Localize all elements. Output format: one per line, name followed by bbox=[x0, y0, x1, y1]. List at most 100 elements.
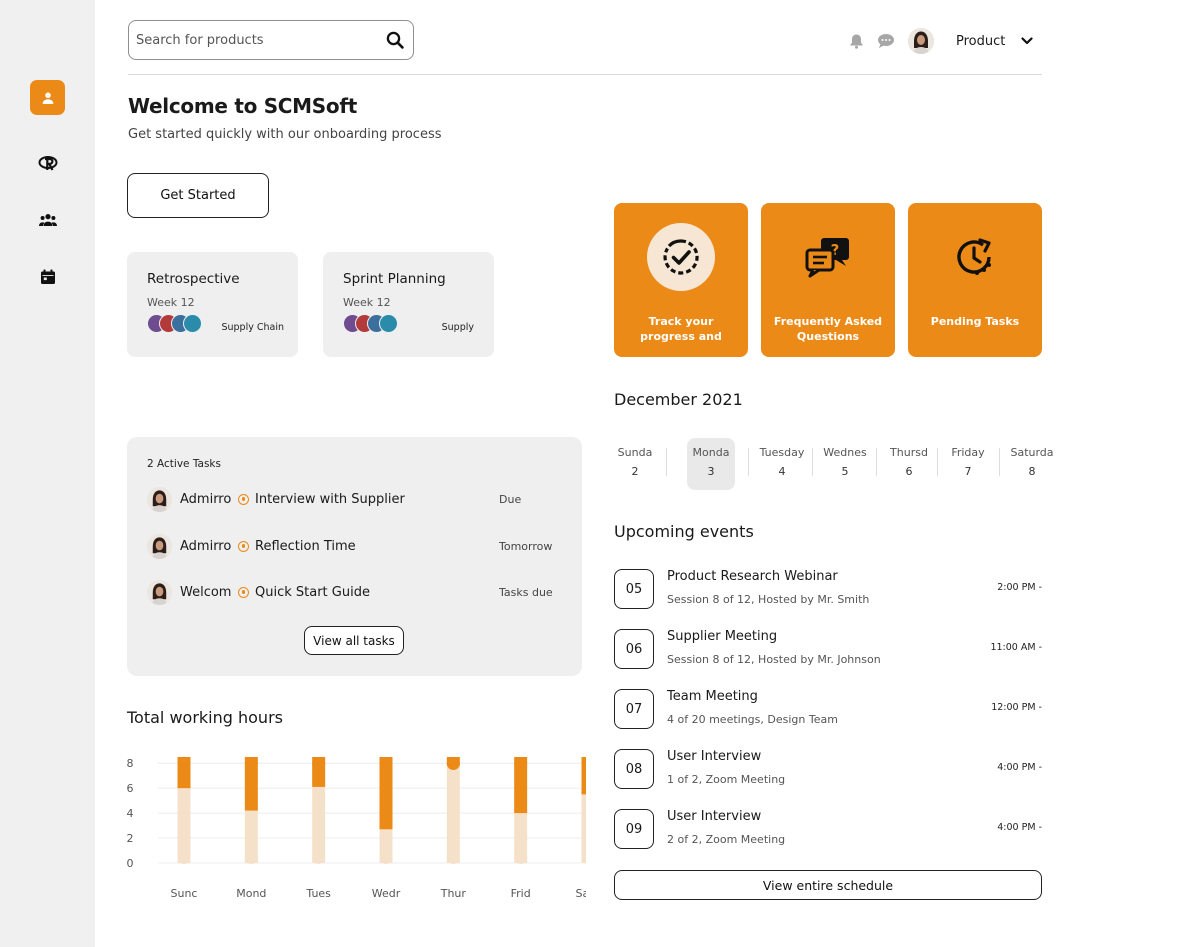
meeting-card-sprint-planning[interactable]: Sprint Planning Week 12 Supply bbox=[323, 252, 494, 357]
working-hours-chart: 0 2 4 6 8 Sunc Mond Tues Wedr Thur Frid Satu bbox=[127, 757, 586, 900]
event-time: 4:00 PM - bbox=[997, 762, 1042, 773]
radio-dot-icon bbox=[238, 586, 249, 598]
tile-faq[interactable]: ? Frequently Asked Questions bbox=[761, 203, 895, 357]
meeting-card-retrospective[interactable]: Retrospective Week 12 Supply Chain bbox=[127, 252, 298, 357]
event-date-badge: 07 bbox=[614, 689, 654, 729]
x-tick-label: Thur bbox=[440, 887, 467, 900]
avatar bbox=[147, 579, 172, 605]
tile-label: Track your progress and bbox=[640, 315, 722, 343]
event-item[interactable]: 08 User Interview 1 of 2, Zoom Meeting 4… bbox=[614, 749, 1042, 791]
task-assignee: Admirro bbox=[180, 491, 232, 507]
sidebar-item-brand[interactable] bbox=[30, 145, 65, 180]
search-icon[interactable] bbox=[386, 31, 404, 49]
meeting-title: Retrospective bbox=[147, 271, 240, 287]
avatar bbox=[147, 533, 172, 559]
avatar bbox=[147, 486, 172, 512]
day-name: Saturda bbox=[1010, 446, 1054, 459]
day-number: 8 bbox=[1028, 465, 1036, 478]
day-divider bbox=[999, 448, 1000, 476]
search-bar[interactable] bbox=[128, 20, 414, 60]
day-cell[interactable]: Wednes 5 bbox=[821, 438, 869, 490]
progress-check-icon bbox=[647, 223, 715, 291]
day-cell[interactable]: Sunda 2 bbox=[611, 438, 659, 490]
day-number: 5 bbox=[841, 465, 849, 478]
task-row[interactable]: Welcom Quick Start Guide Tasks due bbox=[147, 578, 567, 606]
event-description: 4 of 20 meetings, Design Team bbox=[667, 713, 838, 726]
tile-pending-tasks[interactable]: Pending Tasks bbox=[908, 203, 1042, 357]
meeting-tag: Supply Chain bbox=[221, 322, 284, 333]
x-tick-label: Frid bbox=[511, 887, 531, 900]
day-name: Sunda bbox=[617, 446, 653, 459]
bar-cap bbox=[177, 757, 191, 770]
sidebar-item-profile[interactable] bbox=[30, 80, 65, 115]
y-tick-label: 2 bbox=[127, 832, 134, 845]
day-name: Thursd bbox=[890, 446, 928, 459]
event-time: 4:00 PM - bbox=[997, 822, 1042, 833]
participant-avatars bbox=[147, 314, 202, 333]
event-name: Team Meeting bbox=[667, 689, 758, 704]
event-name: User Interview bbox=[667, 749, 762, 764]
user-icon bbox=[42, 92, 53, 104]
bell-icon[interactable] bbox=[846, 31, 866, 51]
upcoming-events-title: Upcoming events bbox=[614, 522, 754, 541]
bar-cap bbox=[514, 757, 528, 770]
tasks-title: 2 Active Tasks bbox=[147, 458, 221, 470]
day-cell[interactable]: Thursd 6 bbox=[885, 438, 933, 490]
radio-dot-icon bbox=[238, 540, 249, 552]
task-row[interactable]: Admirro Interview with Supplier Due bbox=[147, 485, 567, 513]
day-divider bbox=[812, 448, 813, 476]
bar-cap bbox=[514, 851, 528, 864]
calendar-month: December 2021 bbox=[614, 390, 743, 409]
bar-cap bbox=[379, 757, 393, 770]
participant-avatars bbox=[343, 314, 398, 333]
sidebar-item-calendar[interactable] bbox=[30, 259, 65, 294]
user-avatar[interactable] bbox=[908, 28, 934, 54]
day-cell[interactable]: Friday 7 bbox=[944, 438, 992, 490]
sidebar-item-team[interactable] bbox=[30, 202, 65, 237]
meeting-tag: Supply bbox=[441, 322, 474, 333]
task-name: Quick Start Guide bbox=[255, 584, 370, 600]
task-row[interactable]: Admirro Reflection Time Tomorrow bbox=[147, 532, 567, 560]
y-tick-label: 8 bbox=[127, 757, 134, 770]
y-tick-label: 6 bbox=[127, 782, 134, 795]
tile-track-progress[interactable]: Track your progress and bbox=[614, 203, 748, 357]
day-cell-selected[interactable]: Monda 3 bbox=[687, 438, 735, 490]
event-item[interactable]: 05 Product Research Webinar Session 8 of… bbox=[614, 569, 1042, 611]
chat-icon[interactable] bbox=[876, 31, 896, 51]
event-item[interactable]: 09 User Interview 2 of 2, Zoom Meeting 4… bbox=[614, 809, 1042, 851]
task-due: Tomorrow bbox=[499, 539, 553, 553]
event-date-badge: 05 bbox=[614, 569, 654, 609]
event-name: Supplier Meeting bbox=[667, 629, 778, 644]
day-name: Wednes bbox=[823, 446, 867, 459]
calendar-icon bbox=[40, 269, 55, 284]
day-number: 2 bbox=[631, 465, 639, 478]
event-description: 1 of 2, Zoom Meeting bbox=[667, 773, 786, 786]
search-input[interactable] bbox=[136, 32, 386, 48]
task-assignee: Admirro bbox=[180, 538, 232, 554]
event-item[interactable]: 07 Team Meeting 4 of 20 meetings, Design… bbox=[614, 689, 1042, 731]
radio-dot-icon bbox=[238, 493, 249, 505]
chevron-down-icon[interactable] bbox=[1017, 31, 1037, 51]
faq-chat-icon: ? bbox=[794, 223, 862, 291]
view-all-tasks-button[interactable]: View all tasks bbox=[304, 626, 404, 655]
product-selector-label[interactable]: Product bbox=[956, 34, 1005, 49]
event-name: User Interview bbox=[667, 809, 762, 824]
day-number: 6 bbox=[905, 465, 913, 478]
day-number: 4 bbox=[778, 465, 786, 478]
get-started-button[interactable]: Get Started bbox=[127, 173, 269, 218]
tile-label: Frequently Asked Questions bbox=[773, 315, 883, 343]
task-assignee: Welcom bbox=[180, 584, 232, 600]
day-divider bbox=[937, 448, 938, 476]
day-cell[interactable]: Tuesday 4 bbox=[758, 438, 806, 490]
event-item[interactable]: 06 Supplier Meeting Session 8 of 12, Hos… bbox=[614, 629, 1042, 671]
event-time: 12:00 PM - bbox=[991, 702, 1042, 713]
day-number: 3 bbox=[707, 465, 715, 478]
view-schedule-button[interactable]: View entire schedule bbox=[614, 870, 1042, 900]
day-divider bbox=[666, 448, 667, 476]
chart-title: Total working hours bbox=[127, 708, 283, 727]
bar-cap bbox=[446, 851, 460, 864]
x-tick-label: Mond bbox=[236, 887, 266, 900]
event-description: Session 8 of 12, Hosted by Mr. Smith bbox=[667, 593, 870, 606]
day-cell[interactable]: Saturda 8 bbox=[1008, 438, 1056, 490]
page-subtitle: Get started quickly with our onboarding … bbox=[128, 127, 442, 142]
